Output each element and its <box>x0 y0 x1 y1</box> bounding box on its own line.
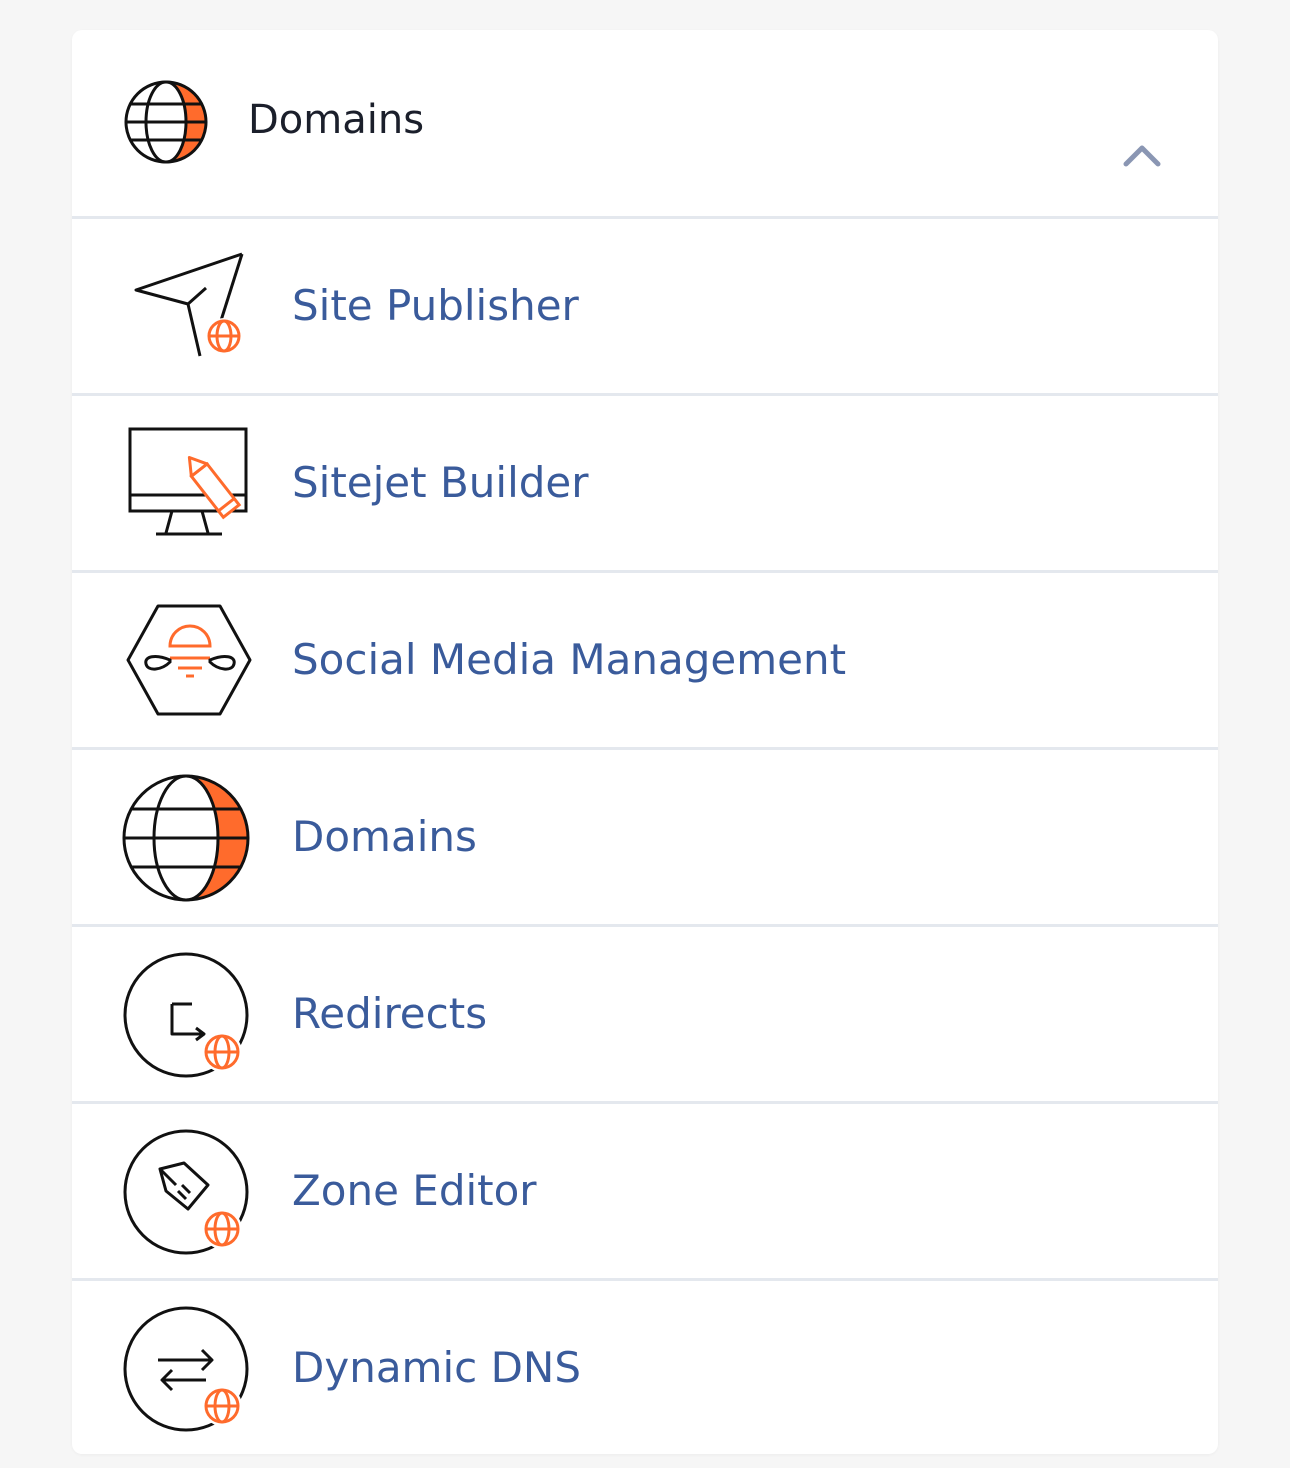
item-label: Redirects <box>292 989 488 1038</box>
item-social-media-management[interactable]: Social Media Management <box>72 573 1218 750</box>
item-dynamic-dns[interactable]: Dynamic DNS <box>72 1281 1218 1454</box>
pen-nib-globe-icon <box>122 1129 252 1255</box>
item-sitejet-builder[interactable]: Sitejet Builder <box>72 396 1218 573</box>
globe-icon <box>122 78 210 166</box>
item-label: Domains <box>292 812 477 861</box>
item-site-publisher[interactable]: Site Publisher <box>72 219 1218 396</box>
item-label: Zone Editor <box>292 1166 537 1215</box>
monitor-pencil-icon <box>122 421 252 547</box>
item-redirects[interactable]: Redirects <box>72 927 1218 1104</box>
item-label: Dynamic DNS <box>292 1343 581 1392</box>
paper-plane-globe-icon <box>122 244 252 370</box>
item-domains[interactable]: Domains <box>72 750 1218 927</box>
item-label: Site Publisher <box>292 281 579 330</box>
swap-arrows-globe-icon <box>122 1306 252 1432</box>
hexagon-sitejet-icon <box>122 598 252 724</box>
redirect-arrow-globe-icon <box>122 952 252 1078</box>
domains-section-header[interactable]: Domains <box>72 30 1218 219</box>
item-zone-editor[interactable]: Zone Editor <box>72 1104 1218 1281</box>
globe-icon <box>122 774 252 902</box>
domains-panel: Domains Site Publisher Sitejet Builder S… <box>72 30 1218 1454</box>
item-label: Social Media Management <box>292 635 847 684</box>
section-title: Domains <box>248 97 425 143</box>
item-label: Sitejet Builder <box>292 458 589 507</box>
chevron-up-icon[interactable] <box>1118 134 1166 174</box>
